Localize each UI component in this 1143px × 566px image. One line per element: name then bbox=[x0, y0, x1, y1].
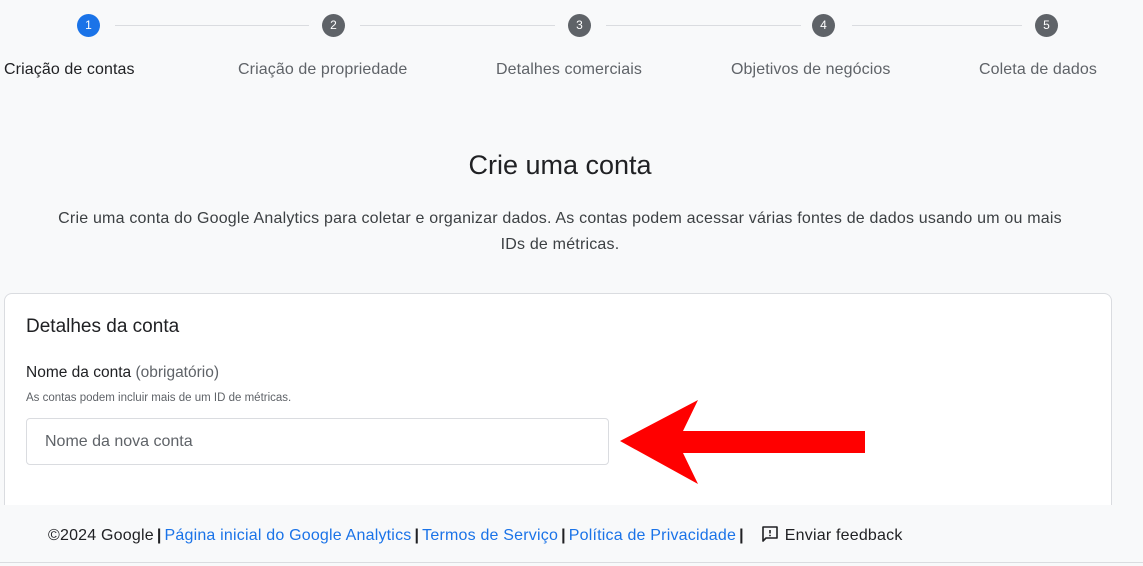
account-name-label-text: Nome da conta bbox=[26, 364, 132, 381]
step-1-label: Criação de contas bbox=[4, 61, 135, 78]
account-details-card: Detalhes da conta Nome da conta (obrigat… bbox=[4, 293, 1112, 508]
step-2-label: Criação de propriedade bbox=[238, 61, 408, 78]
step-4-indicator: 4 bbox=[812, 14, 835, 37]
footer: ©2024 Google | Página inicial do Google An… bbox=[0, 505, 1143, 563]
step-3-indicator: 3 bbox=[568, 14, 591, 37]
step-2-indicator: 2 bbox=[322, 14, 345, 37]
footer-separator: | bbox=[414, 527, 420, 544]
account-name-input[interactable] bbox=[26, 418, 609, 465]
step-5-indicator: 5 bbox=[1035, 14, 1058, 37]
account-setup-stepper: 1 2 3 4 5 Criação de contas Criação de p… bbox=[0, 0, 1143, 100]
stepper-connector bbox=[606, 25, 801, 26]
feedback-icon bbox=[761, 526, 778, 542]
page-title: Crie uma conta bbox=[468, 150, 652, 180]
terms-of-service-link[interactable]: Termos de Serviço bbox=[422, 527, 558, 544]
privacy-policy-link[interactable]: Política de Privacidade bbox=[569, 527, 736, 544]
footer-links: ©2024 Google | Página inicial do Google An… bbox=[48, 525, 903, 545]
stepper-connector bbox=[115, 25, 309, 26]
page-subtitle: Crie uma conta do Google Analytics para … bbox=[58, 210, 1062, 253]
arrow-shape bbox=[620, 400, 865, 484]
red-arrow-annotation bbox=[620, 400, 865, 484]
copyright-text: ©2024 Google bbox=[48, 527, 154, 544]
footer-separator: | bbox=[739, 527, 744, 544]
required-indicator: (obrigatório) bbox=[135, 364, 219, 381]
footer-separator: | bbox=[156, 527, 162, 544]
card-title: Detalhes da conta bbox=[26, 316, 180, 337]
step-4-label: Objetivos de negócios bbox=[731, 61, 891, 78]
stepper-connector bbox=[852, 25, 1022, 26]
send-feedback-button[interactable]: Enviar feedback bbox=[747, 526, 903, 544]
account-name-help-text: As contas podem incluir mais de um ID de… bbox=[26, 392, 292, 404]
step-3-label: Detalhes comerciais bbox=[496, 61, 642, 78]
step-1-indicator: 1 bbox=[77, 14, 100, 37]
stepper-connector bbox=[360, 25, 555, 26]
account-name-label: Nome da conta (obrigatório) bbox=[26, 364, 219, 382]
send-feedback-label: Enviar feedback bbox=[784, 527, 903, 544]
analytics-home-link[interactable]: Página inicial do Google Analytics bbox=[165, 527, 412, 544]
footer-separator: | bbox=[561, 527, 566, 544]
step-5-label: Coleta de dados bbox=[979, 61, 1098, 78]
